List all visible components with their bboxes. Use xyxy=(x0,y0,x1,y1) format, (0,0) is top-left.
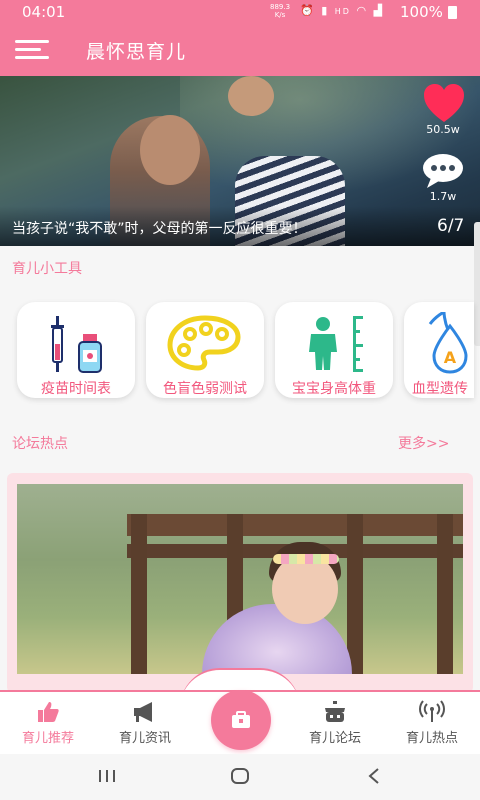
tool-vaccine-schedule[interactable]: 疫苗时间表 xyxy=(17,302,135,398)
tools-section-title: 育儿小工具 xyxy=(12,261,82,277)
status-time: 04:01 xyxy=(22,3,66,21)
forum-more-link[interactable]: 更多>> xyxy=(398,433,449,453)
nav-label: 育儿热点 xyxy=(405,731,458,746)
forum-section-title: 论坛热点 xyxy=(12,436,68,452)
hero-person-head xyxy=(140,115,200,185)
fence-post xyxy=(131,514,147,674)
fence xyxy=(127,514,463,536)
forum-post-image[interactable] xyxy=(17,484,463,674)
network-speed: 889.3 K/s xyxy=(270,3,290,19)
comment-icon[interactable] xyxy=(421,152,465,190)
girl-dress xyxy=(202,604,352,674)
tool-baby-height-weight[interactable]: 宝宝身高体重 xyxy=(275,302,393,398)
recent-apps-icon[interactable] xyxy=(97,766,117,786)
network-speed-unit: K/s xyxy=(274,11,286,19)
vaccine-icon xyxy=(51,316,102,373)
hero-page-counter: 6/7 xyxy=(437,216,465,236)
like-count: 50.5w xyxy=(426,123,460,136)
nav-item-news[interactable]: 育儿资讯 xyxy=(97,700,193,750)
status-icons: ⏰ ▮ HD ◠ ▟ xyxy=(300,4,384,17)
height-icon xyxy=(309,316,363,372)
menu-icon[interactable] xyxy=(15,40,49,60)
nav-label: 育儿推荐 xyxy=(21,731,74,746)
comment-count: 1.7w xyxy=(429,190,457,203)
toolbox-icon xyxy=(232,711,250,728)
nav-item-recommend[interactable]: 育儿推荐 xyxy=(0,700,96,750)
battery-icon xyxy=(448,6,457,19)
hero-caption[interactable]: 当孩子说“我不敢”时，父母的第一反应很重要！ xyxy=(12,218,307,238)
battery-percent: 100% xyxy=(400,3,443,21)
network-speed-value: 889.3 xyxy=(270,3,291,11)
thumbs-up-icon xyxy=(38,702,59,722)
tool-label: 色盲色弱测试 xyxy=(163,381,247,397)
flower-crown xyxy=(273,554,339,564)
tool-label: 疫苗时间表 xyxy=(41,381,111,397)
fence-post xyxy=(437,514,453,674)
center-tools-button[interactable] xyxy=(211,690,271,750)
pot-icon xyxy=(325,701,345,722)
nav-item-forum[interactable]: 育儿论坛 xyxy=(287,700,383,750)
svg-text:A: A xyxy=(444,348,457,367)
app-title: 晨怀思育儿 xyxy=(86,41,187,63)
nav-label: 育儿论坛 xyxy=(308,731,361,746)
tool-blood-type[interactable]: A 血型遗传 xyxy=(404,302,474,398)
nav-label: 育儿资讯 xyxy=(118,731,171,746)
tool-label: 宝宝身高体重 xyxy=(292,381,376,397)
palette-icon xyxy=(167,315,241,371)
status-bar: 04:01 889.3 K/s ⏰ ▮ HD ◠ ▟ 100% xyxy=(0,0,480,24)
broadcast-icon xyxy=(419,700,445,722)
signal-icon: ▟ xyxy=(373,4,385,17)
alarm-icon: ⏰ xyxy=(300,4,316,17)
vibrate-icon: ▮ xyxy=(321,4,330,17)
nav-item-hot[interactable]: 育儿热点 xyxy=(384,700,480,750)
app-header: 晨怀思育儿 xyxy=(0,24,480,76)
hd-icon: HD xyxy=(334,7,351,16)
girl-head xyxy=(272,554,338,624)
wifi-icon: ◠ xyxy=(356,4,369,17)
back-icon[interactable] xyxy=(366,766,382,786)
blood-type-icon: A xyxy=(428,312,468,374)
fence-post xyxy=(347,514,363,674)
tool-label: 血型遗传 xyxy=(412,381,468,397)
home-icon[interactable] xyxy=(230,766,250,786)
scroll-handle[interactable] xyxy=(474,222,480,346)
hero-child-head xyxy=(228,76,274,116)
tool-color-blind-test[interactable]: 色盲色弱测试 xyxy=(146,302,264,398)
heart-icon[interactable] xyxy=(422,82,466,124)
megaphone-icon xyxy=(134,702,152,722)
system-nav-bar xyxy=(0,754,480,800)
